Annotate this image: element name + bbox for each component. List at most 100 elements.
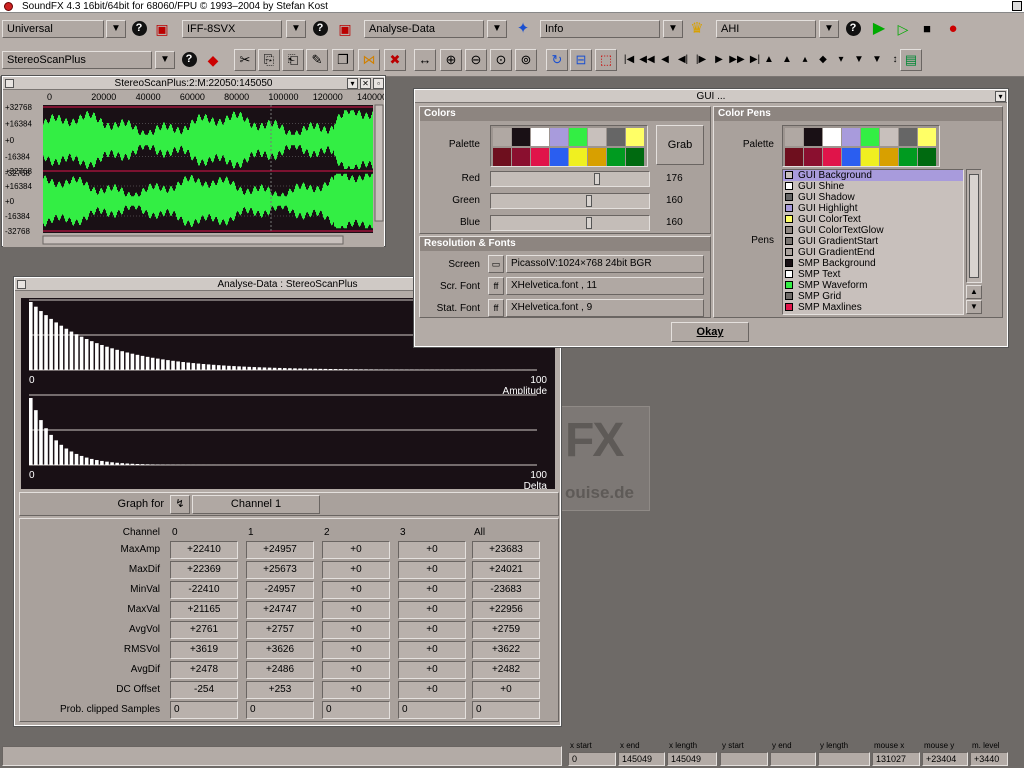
- screen-select-button[interactable]: ▭: [488, 255, 504, 273]
- sample-hscroll[interactable]: [42, 235, 344, 245]
- player-help-button[interactable]: ?: [844, 18, 862, 40]
- zoom-selection-button[interactable]: ⊙: [490, 49, 512, 71]
- pen-item[interactable]: GUI GradientEnd: [783, 247, 963, 258]
- palette-swatch[interactable]: [804, 148, 822, 166]
- info-dropdown[interactable]: ▼: [663, 20, 683, 38]
- sample-window[interactable]: StereoScanPlus:2:M:22050:145050 ▾ ✕ ▫ 0 2…: [1, 75, 386, 247]
- palette-swatch[interactable]: [512, 148, 530, 166]
- pen-item[interactable]: SMP Background: [783, 258, 963, 269]
- palette-swatch[interactable]: [804, 128, 822, 146]
- palette-swatch[interactable]: [861, 128, 879, 146]
- universal-help-button[interactable]: ?: [130, 18, 148, 40]
- vzoom-bottom-button[interactable]: ▼: [868, 49, 886, 71]
- palette-swatch[interactable]: [607, 148, 625, 166]
- pen-item[interactable]: GUI Shine: [783, 181, 963, 192]
- vzoom-mid-button[interactable]: ◆: [814, 49, 832, 71]
- vzoom-out-button[interactable]: ▼: [850, 49, 868, 71]
- lock-button[interactable]: ⊟: [570, 49, 592, 71]
- pen-item[interactable]: SMP Maxlines: [783, 302, 963, 313]
- exchange-button[interactable]: ⋈: [358, 49, 380, 71]
- operator-dropdown[interactable]: ▼: [487, 20, 507, 38]
- rexx-field[interactable]: StereoScanPlus: [2, 51, 152, 69]
- pens-scrollbar-thumb[interactable]: [969, 174, 979, 278]
- stat-font-select-button[interactable]: ff: [488, 299, 504, 317]
- step-forward-button[interactable]: |▶: [692, 49, 710, 71]
- palette-swatch[interactable]: [823, 128, 841, 146]
- copy-button[interactable]: ⎘: [258, 49, 280, 71]
- iconify-icon[interactable]: ✕: [360, 78, 371, 89]
- universal-save-button[interactable]: ▣: [153, 18, 171, 40]
- palette-swatch[interactable]: [569, 148, 587, 166]
- palette-swatch[interactable]: [493, 148, 511, 166]
- graph-cycle-button[interactable]: ↯: [170, 495, 190, 514]
- palette-swatch[interactable]: [861, 148, 879, 166]
- palette-swatch[interactable]: [531, 128, 549, 146]
- gui-window[interactable]: GUI ... ▾ Colors Palette Grab Red 176 Gr…: [413, 88, 1009, 348]
- loader-save-button[interactable]: ▣: [336, 18, 354, 40]
- palette-swatch[interactable]: [842, 128, 860, 146]
- palette-swatch[interactable]: [918, 128, 936, 146]
- red-slider-knob[interactable]: [594, 173, 600, 185]
- screen-depth-button[interactable]: [1012, 1, 1022, 11]
- prefs-button[interactable]: ▤: [900, 49, 922, 71]
- red-slider[interactable]: [490, 171, 650, 187]
- vzoom-up-button[interactable]: ▴: [796, 49, 814, 71]
- palette-swatch[interactable]: [550, 128, 568, 146]
- pen-item[interactable]: GUI Shadow: [783, 192, 963, 203]
- sample-window-titlebar[interactable]: StereoScanPlus:2:M:22050:145050 ▾ ✕ ▫: [3, 77, 384, 90]
- pen-item[interactable]: SMP Waveform: [783, 280, 963, 291]
- pens-scroll-up[interactable]: ▲: [966, 285, 982, 299]
- pens-scroll-down[interactable]: ▼: [966, 300, 982, 314]
- palette-swatch[interactable]: [899, 148, 917, 166]
- pens-list[interactable]: GUI Background GUI Shine GUI Shadow GUI Hig…: [782, 169, 964, 315]
- channel-select[interactable]: Channel 1: [192, 495, 320, 514]
- palette-swatch[interactable]: [823, 148, 841, 166]
- palette-swatch[interactable]: [880, 128, 898, 146]
- palette-swatch[interactable]: [899, 128, 917, 146]
- palette-swatch[interactable]: [512, 128, 530, 146]
- close-icon[interactable]: [17, 280, 26, 289]
- zoom-in-button[interactable]: ⊕: [440, 49, 462, 71]
- rexx-help-button[interactable]: ?: [180, 49, 198, 71]
- depth-icon[interactable]: ▾: [995, 91, 1006, 102]
- green-slider-knob[interactable]: [586, 195, 592, 207]
- zoom-window-icon[interactable]: ▾: [347, 78, 358, 89]
- screen-mode-field[interactable]: PicassoIV:1024×768 24bit BGR: [506, 255, 704, 273]
- rexx-dropdown[interactable]: ▼: [155, 51, 175, 69]
- step-back-button[interactable]: ◀|: [674, 49, 692, 71]
- vzoom-down-button[interactable]: ▾: [832, 49, 850, 71]
- blue-slider-knob[interactable]: [586, 217, 592, 229]
- palette-swatch[interactable]: [626, 128, 644, 146]
- forward-button[interactable]: ▶: [710, 49, 728, 71]
- palette-swatch[interactable]: [588, 148, 606, 166]
- player-dropdown[interactable]: ▼: [819, 20, 839, 38]
- play-range-button[interactable]: ▷: [894, 18, 912, 40]
- draw-button[interactable]: ✎: [306, 49, 328, 71]
- select-range-button[interactable]: ⬚: [595, 49, 617, 71]
- rewind-fast-button[interactable]: ◀◀: [638, 49, 656, 71]
- rexx-run-button[interactable]: ◆: [204, 49, 222, 71]
- info-crown-button[interactable]: ♛: [688, 18, 706, 40]
- palette-swatch[interactable]: [493, 128, 511, 146]
- blue-slider[interactable]: [490, 215, 650, 231]
- zoom-range-button[interactable]: ↔: [414, 49, 436, 71]
- erase-button[interactable]: ✖: [384, 49, 406, 71]
- universal-dropdown[interactable]: ▼: [106, 20, 126, 38]
- palette-swatch[interactable]: [588, 128, 606, 146]
- pen-item[interactable]: SMP Text: [783, 269, 963, 280]
- player-field[interactable]: AHI: [716, 20, 816, 38]
- refresh-button[interactable]: ↻: [546, 49, 568, 71]
- paste-button[interactable]: ⎗: [282, 49, 304, 71]
- palette-swatch[interactable]: [785, 148, 803, 166]
- stat-font-field[interactable]: XHelvetica.font , 9: [506, 299, 704, 317]
- scr-font-select-button[interactable]: ff: [488, 277, 504, 295]
- palette-swatch[interactable]: [531, 148, 549, 166]
- loader-dropdown[interactable]: ▼: [286, 20, 306, 38]
- okay-button[interactable]: Okay: [671, 322, 749, 342]
- pen-item[interactable]: GUI ColorText: [783, 214, 963, 225]
- palette-swatch[interactable]: [880, 148, 898, 166]
- universal-field[interactable]: Universal: [2, 20, 104, 38]
- operator-field[interactable]: Analyse-Data: [364, 20, 484, 38]
- pens-palette-grid[interactable]: [782, 125, 940, 167]
- palette-grid[interactable]: [490, 125, 648, 167]
